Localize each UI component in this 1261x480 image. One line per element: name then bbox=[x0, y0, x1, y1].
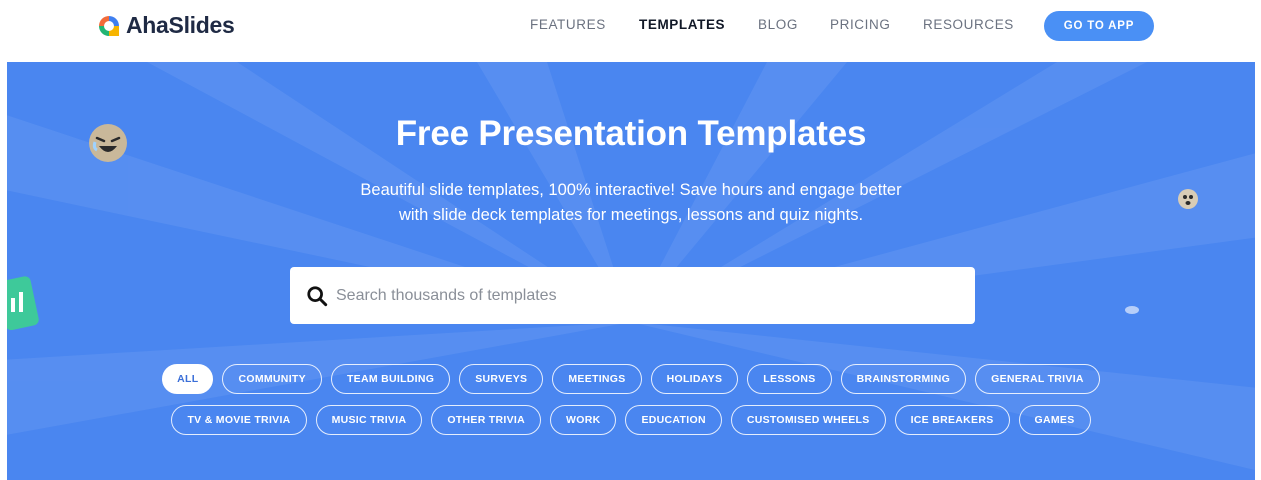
category-chip-community[interactable]: COMMUNITY bbox=[222, 364, 322, 394]
category-chip-tv-movie-trivia[interactable]: TV & MOVIE TRIVIA bbox=[171, 405, 307, 435]
nav-blog[interactable]: BLOG bbox=[758, 17, 798, 32]
category-chip-work[interactable]: WORK bbox=[550, 405, 617, 435]
category-chip-education[interactable]: EDUCATION bbox=[625, 405, 722, 435]
search-bar[interactable] bbox=[290, 267, 975, 324]
hero-subtitle-line-1: Beautiful slide templates, 100% interact… bbox=[360, 181, 902, 199]
category-chip-brainstorming[interactable]: BRAINSTORMING bbox=[840, 364, 967, 394]
dot-shape-icon bbox=[1125, 306, 1139, 314]
category-chip-other-trivia[interactable]: OTHER TRIVIA bbox=[431, 405, 542, 435]
search-icon[interactable] bbox=[306, 285, 328, 307]
hero-subtitle: Beautiful slide templates, 100% interact… bbox=[7, 178, 1255, 228]
category-chip-team-building[interactable]: TEAM BUILDING bbox=[330, 364, 451, 394]
ahaslides-logo-icon bbox=[99, 15, 119, 36]
category-chip-general-trivia[interactable]: GENERAL TRIVIA bbox=[975, 364, 1100, 394]
category-chip-all[interactable]: ALL bbox=[162, 364, 214, 394]
nav-resources[interactable]: RESOURCES bbox=[923, 17, 1014, 32]
hero-subtitle-line-2: with slide deck templates for meetings, … bbox=[398, 206, 864, 224]
logo-text: AhaSlides bbox=[126, 12, 235, 38]
page-title: Free Presentation Templates bbox=[395, 114, 867, 153]
nav-templates[interactable]: TEMPLATES bbox=[639, 17, 725, 32]
nav-features[interactable]: FEATURES bbox=[530, 17, 606, 32]
logo[interactable]: AhaSlides bbox=[98, 12, 235, 39]
go-to-app-button[interactable]: GO TO APP bbox=[1044, 11, 1154, 41]
search-input[interactable] bbox=[336, 286, 936, 305]
category-filter-row-1: ALL COMMUNITY TEAM BUILDING SURVEYS MEET… bbox=[7, 364, 1255, 394]
hero-section: Free Presentation Templates Beautiful sl… bbox=[7, 62, 1255, 480]
category-chip-ice-breakers[interactable]: ICE BREAKERS bbox=[894, 405, 1010, 435]
category-chip-customised-wheels[interactable]: CUSTOMISED WHEELS bbox=[730, 405, 886, 435]
category-chip-holidays[interactable]: HOLIDAYS bbox=[650, 364, 739, 394]
category-chip-meetings[interactable]: MEETINGS bbox=[552, 364, 642, 394]
category-filter-row-2: TV & MOVIE TRIVIA MUSIC TRIVIA OTHER TRI… bbox=[7, 405, 1255, 435]
category-chip-games[interactable]: GAMES bbox=[1018, 405, 1091, 435]
nav-pricing[interactable]: PRICING bbox=[830, 17, 890, 32]
chart-card-icon bbox=[7, 276, 39, 330]
top-navbar: AhaSlides FEATURES TEMPLATES BLOG PRICIN… bbox=[0, 0, 1261, 62]
category-chip-lessons[interactable]: LESSONS bbox=[747, 364, 832, 394]
category-chip-music-trivia[interactable]: MUSIC TRIVIA bbox=[315, 405, 423, 435]
category-chip-surveys[interactable]: SURVEYS bbox=[459, 364, 544, 394]
